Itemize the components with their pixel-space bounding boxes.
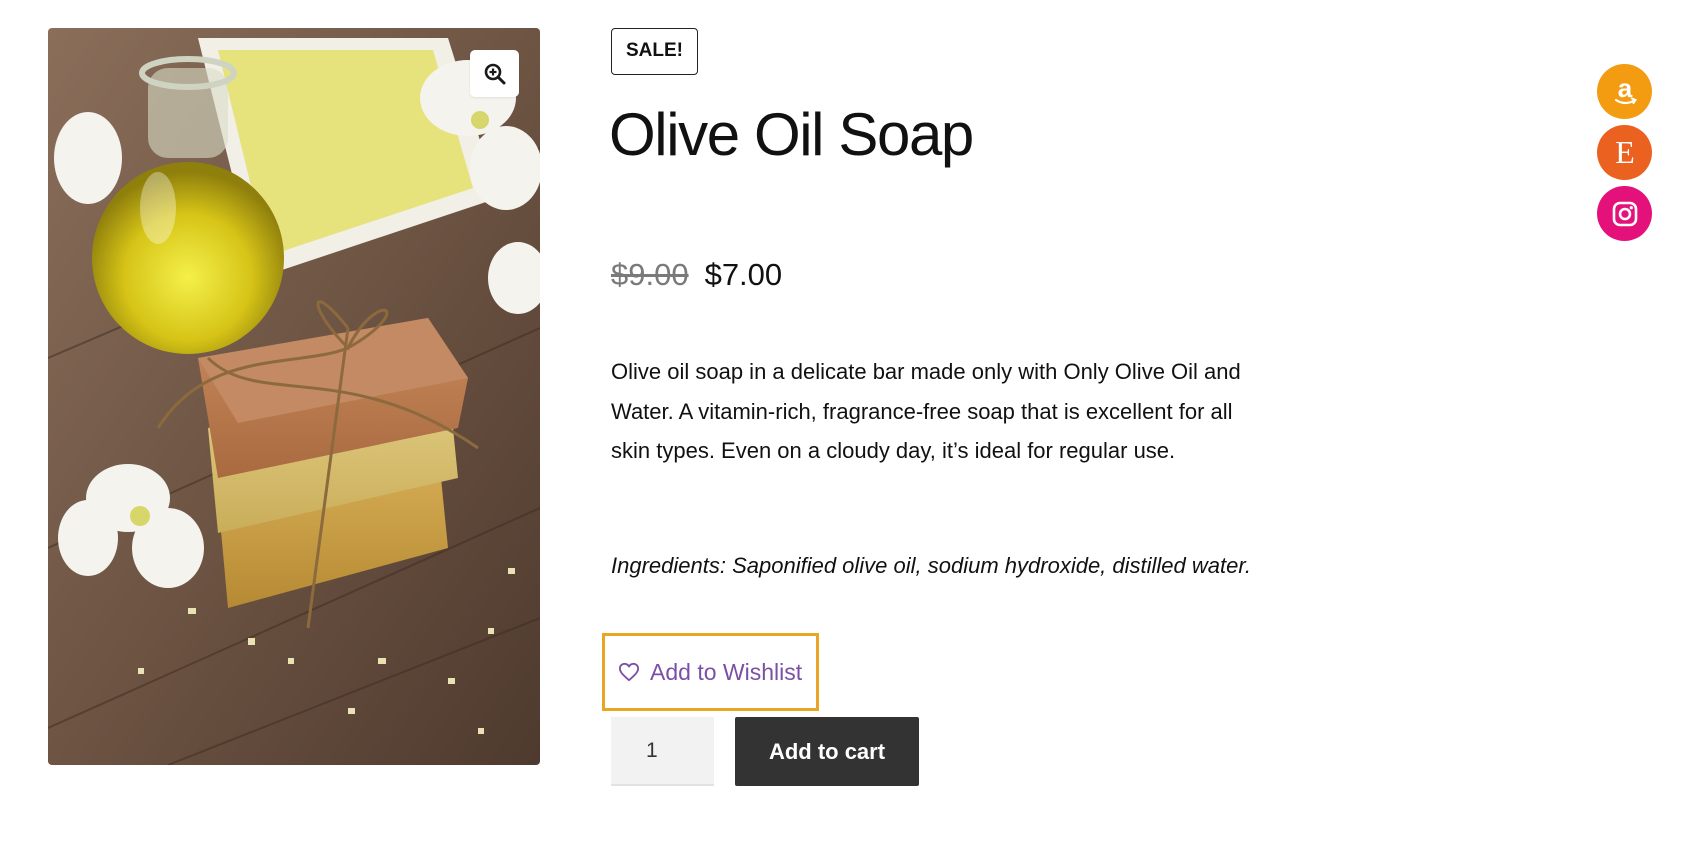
- product-description: Olive oil soap in a delicate bar made on…: [611, 359, 1241, 463]
- zoom-button[interactable]: [470, 50, 519, 97]
- add-to-cart-button[interactable]: Add to cart: [735, 717, 919, 786]
- wishlist-label: Add to Wishlist: [650, 658, 803, 685]
- zoom-in-icon: [484, 63, 505, 84]
- add-to-wishlist-button[interactable]: Add to Wishlist: [602, 633, 819, 711]
- amazon-link[interactable]: a: [1597, 64, 1652, 119]
- heart-icon: [619, 662, 639, 682]
- svg-text:a: a: [1617, 75, 1632, 103]
- product-page: SALE! Olive Oil Soap $9.00 $7.00 Olive oi…: [0, 0, 1696, 844]
- product-ingredients: Ingredients: Saponified olive oil, sodiu…: [611, 553, 1251, 578]
- product-title: Olive Oil Soap: [609, 101, 974, 168]
- instagram-link[interactable]: [1597, 186, 1652, 241]
- product-image[interactable]: [48, 28, 540, 765]
- social-links: a E: [1597, 64, 1652, 241]
- instagram-icon: [1612, 201, 1637, 226]
- quantity-input[interactable]: [611, 717, 714, 786]
- sale-badge: SALE!: [611, 28, 698, 75]
- sale-price: $7.00: [704, 257, 783, 292]
- svg-text:E: E: [1615, 136, 1635, 170]
- amazon-icon: a: [1614, 75, 1637, 104]
- soap-photo: [48, 28, 540, 765]
- original-price: $9.00: [611, 257, 689, 292]
- etsy-link[interactable]: E: [1597, 125, 1652, 180]
- etsy-icon: E: [1615, 136, 1635, 170]
- price: $9.00 $7.00: [611, 257, 782, 293]
